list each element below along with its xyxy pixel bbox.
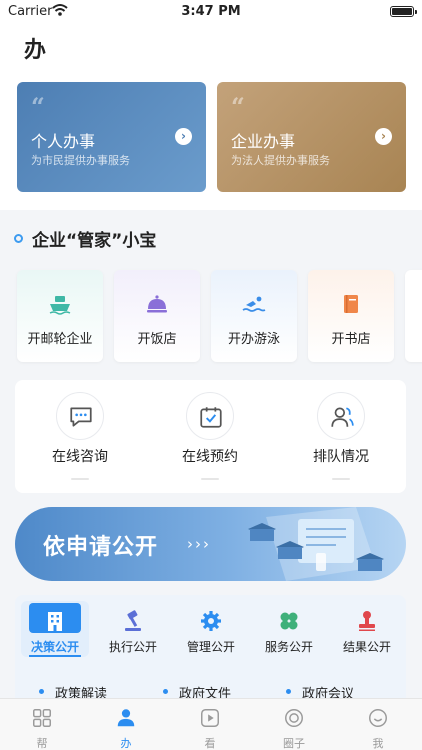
tab-me[interactable]: 我 <box>348 707 408 750</box>
enterprise-affairs-card[interactable]: “ 企业办事 为法人提供办事服务 › <box>217 82 406 192</box>
consult-panel: 在线咨询 在线预约 排队情况 <box>15 380 406 493</box>
divider <box>201 478 219 480</box>
tile-label: 开邮轮企业 <box>27 332 93 347</box>
consult-label: 在线咨询 <box>52 449 108 465</box>
card-subtitle: 为市民提供办事服务 <box>31 154 130 167</box>
tab-management-disclosure[interactable]: 管理公开 <box>177 601 245 657</box>
status-bar: Carrier 3:47 PM <box>0 0 422 24</box>
chevron-right-icon: › <box>375 128 392 145</box>
tile-bookstore[interactable]: 开书店 <box>308 270 394 362</box>
icon-ring <box>56 392 104 440</box>
tab-decision-disclosure[interactable]: 决策公开 <box>21 601 89 657</box>
tile-swimming[interactable]: 开办游泳 <box>211 270 297 362</box>
section-dot-icon <box>14 234 23 243</box>
tab-circle[interactable]: 圈子 <box>264 707 324 750</box>
online-consult-button[interactable]: 在线咨询 <box>35 392 125 484</box>
building-icon <box>48 612 62 631</box>
users-icon <box>331 407 354 427</box>
clock: 3:47 PM <box>181 4 241 19</box>
gavel-icon <box>125 610 141 631</box>
food-cloche-icon <box>147 295 167 313</box>
consult-label: 排队情况 <box>313 449 369 465</box>
chevron-right-icon: › <box>175 128 192 145</box>
book-icon <box>344 295 358 313</box>
queue-status-button[interactable]: 排队情况 <box>296 392 386 484</box>
tile-label: 开饭店 <box>137 332 177 347</box>
banner-illustration <box>248 507 384 581</box>
page-title: 办 <box>24 38 47 63</box>
chat-bubble-icon <box>70 407 92 427</box>
card-title: 个人办事 <box>31 132 96 151</box>
tab-handle[interactable]: 办 <box>96 707 156 750</box>
tab-help[interactable]: 帮 <box>12 707 72 750</box>
tile-restaurant[interactable]: 开饭店 <box>114 270 200 362</box>
tile-label: 开办游泳 <box>227 332 280 347</box>
swimmer-icon <box>242 296 266 312</box>
tab-label: 决策公开 <box>30 640 79 654</box>
target-icon <box>285 709 303 727</box>
tab-text: 帮 <box>36 737 48 750</box>
online-appointment-button[interactable]: 在线预约 <box>165 392 255 484</box>
play-icon <box>201 709 219 727</box>
quote-mark: “ <box>231 92 245 121</box>
tile-more[interactable] <box>405 270 422 362</box>
card-title: 企业办事 <box>231 132 296 151</box>
card-subtitle: 为法人提供办事服务 <box>231 154 330 167</box>
section-title: 企业“管家”小宝 <box>32 231 157 251</box>
grid-icon <box>33 709 51 727</box>
stamp-icon <box>359 611 375 631</box>
tab-watch[interactable]: 看 <box>180 707 240 750</box>
tab-service-disclosure[interactable]: 服务公开 <box>255 601 323 657</box>
battery-icon <box>390 6 417 17</box>
tile-cruise-enterprise[interactable]: 开邮轮企业 <box>17 270 103 362</box>
cruise-ship-icon <box>49 296 71 315</box>
banner-title: 依申请公开 <box>43 535 159 560</box>
tile-label: 开书店 <box>331 332 371 347</box>
disclosure-panel: 决策公开 执行公开 管理公开 服务公开 结果公开 政策解读 政府文件 政府会议 <box>15 595 406 705</box>
tab-label: 服务公开 <box>264 640 313 654</box>
bottom-tab-bar: 帮 办 看 圈子 我 <box>0 698 422 750</box>
tab-label: 管理公开 <box>186 640 235 654</box>
tab-result-disclosure[interactable]: 结果公开 <box>333 601 401 657</box>
consult-label: 在线预约 <box>182 449 238 465</box>
tab-label: 执行公开 <box>108 640 157 654</box>
divider <box>71 478 89 480</box>
apply-disclosure-banner[interactable]: 依申请公开 ››› <box>15 507 406 581</box>
person-icon <box>117 709 135 727</box>
icon-ring <box>186 392 234 440</box>
header: 办 “ 个人办事 为市民提供办事服务 › “ 企业办事 为法人提供办事服务 › <box>0 24 422 210</box>
calendar-check-icon <box>200 407 222 428</box>
icon-ring <box>317 392 365 440</box>
tab-text: 圈子 <box>283 737 305 750</box>
divider <box>332 478 350 480</box>
quote-mark: “ <box>31 92 45 121</box>
tab-execution-disclosure[interactable]: 执行公开 <box>99 601 167 657</box>
tab-text: 办 <box>120 737 132 750</box>
personal-affairs-card[interactable]: “ 个人办事 为市民提供办事服务 › <box>17 82 206 192</box>
tab-label: 结果公开 <box>342 640 391 654</box>
gear-icon <box>201 611 221 631</box>
tab-text: 我 <box>372 737 384 750</box>
smile-icon <box>369 709 387 727</box>
tab-text: 看 <box>204 737 216 750</box>
clover-icon <box>280 612 298 630</box>
